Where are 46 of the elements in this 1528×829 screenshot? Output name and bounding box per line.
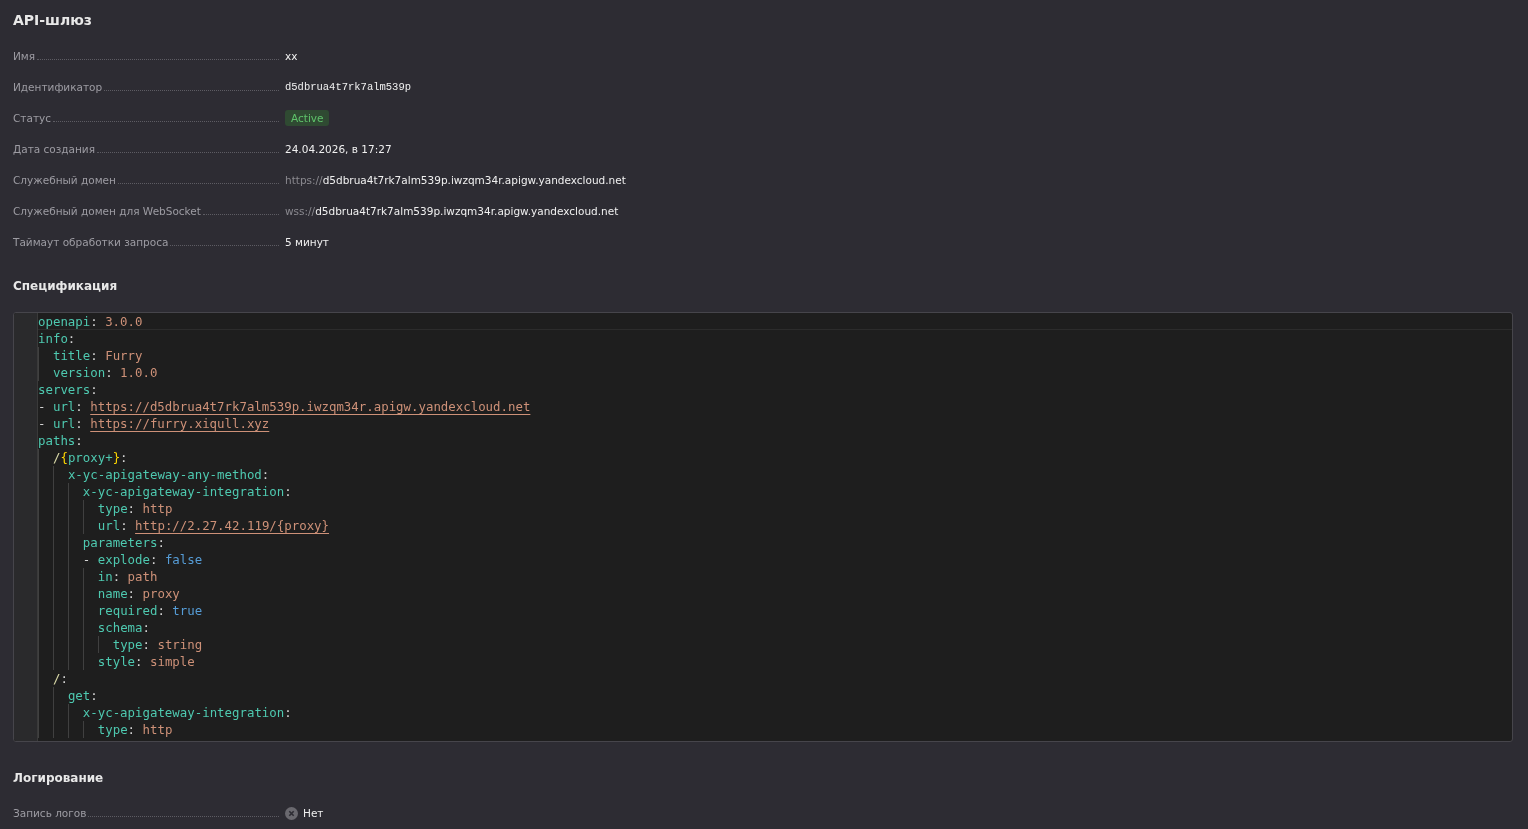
code-line: /{proxy+}: [38,449,1512,466]
field-label: Статус [13,112,51,124]
code-line: schema: [38,619,1512,636]
code-line: parameters: [38,534,1512,551]
code-line: get: [38,687,1512,704]
code-line: type: string [38,636,1512,653]
field-label: Служебный домен [13,174,116,186]
code-line: name: proxy [38,585,1512,602]
code-line: - url: https://d5dbrua4t7rk7alm539p.iwzqm34r.apigw.yandexcloud.net [38,398,532,415]
code-line: info: [38,330,77,347]
logging-value: Нет [303,807,324,819]
code-line: in: path [38,568,1512,585]
code-line: version: 1.0.0 [38,364,1512,381]
code-line: url: http://2.27.42.119/{proxy} [38,517,1512,534]
code-line: title: Furry [38,347,1512,364]
domain-value: wss://d5dbrua4t7rk7alm539p.iwzqm34r.apigw.yandexcloud.net [285,205,620,217]
page-title: API-шлюз [13,11,93,30]
code-line: x-yc-apigateway-integration: [38,704,1512,721]
field-label: Идентификатор [13,81,103,93]
code-line: openapi: 3.0.0 [38,313,1512,330]
code-line: /: [38,670,1512,687]
domain-value: https://d5dbrua4t7rk7alm539p.iwzqm34r.apigw.yandexcloud.net [285,174,627,186]
code-line: x-yc-apigateway-integration: [38,483,1512,500]
code-line: type: http [38,721,1512,738]
code-line: - url: https://furry.xiqull.xyz [38,415,271,432]
field-label: Служебный домен для WebSocket [13,205,201,217]
code-line: type: http [38,500,1512,517]
field-value: xx [285,50,299,62]
field-label: Таймаут обработки запроса [13,236,169,248]
field-value: 5 минут [285,236,330,248]
field-label: Запись логов [13,807,87,819]
code-line: - explode: false [38,551,1512,568]
close-icon [285,806,298,820]
code-editor[interactable] [13,312,1513,742]
section-title: Логирование [13,770,105,787]
field-value: 24.04.2026, в 17:27 [285,143,393,155]
code-line: x-yc-apigateway-any-method: [38,466,1512,483]
code-line: paths: [38,432,84,449]
code-line: style: simple [38,653,1512,670]
field-label: Имя [13,50,36,62]
status-badge: Active [285,110,330,126]
field-label: Дата создания [13,143,95,155]
section-title: Спецификация [13,278,119,295]
identifier-value: d5dbrua4t7rk7alm539p [285,81,413,93]
code-line: servers: [38,381,99,398]
code-line: required: true [38,602,1512,619]
